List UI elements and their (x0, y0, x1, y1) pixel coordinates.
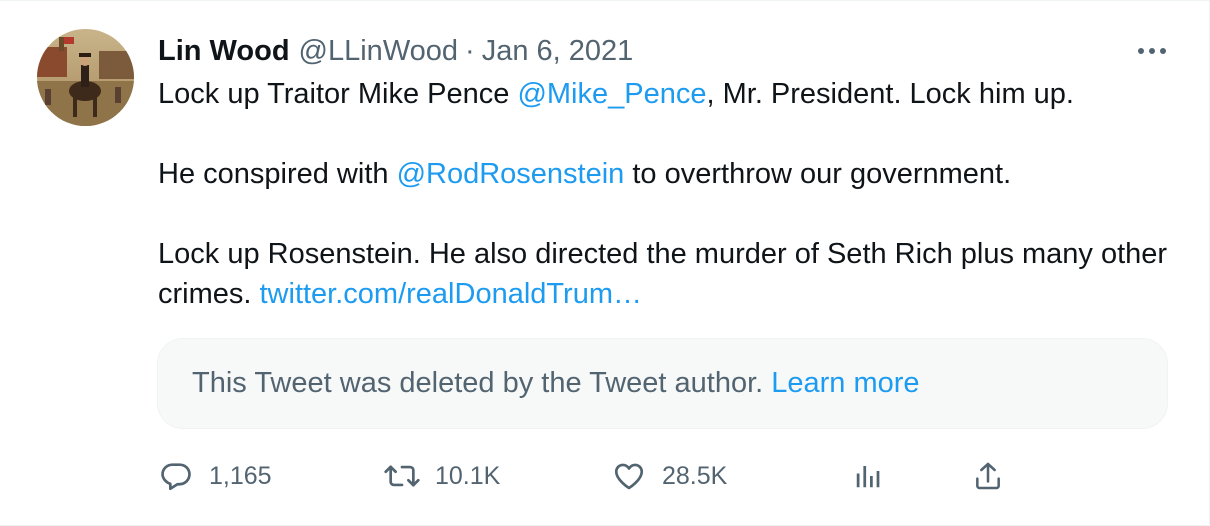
share-upload-icon (968, 456, 1008, 496)
deleted-quote-tweet: This Tweet was deleted by the Tweet auth… (157, 338, 1168, 429)
bar-chart-icon (848, 456, 888, 496)
tweet-card[interactable]: Lin Wood @LLinWood · Jan 6, 2021 Lock up… (0, 0, 1210, 526)
mention-rod-rosenstein[interactable]: @RodRosenstein (397, 158, 625, 190)
mention-mike-pence[interactable]: @Mike_Pence (517, 78, 706, 110)
tweet-paragraph-3: Lock up Rosenstein. He also directed the… (158, 234, 1168, 314)
text-segment: Lock up Traitor Mike Pence (158, 78, 518, 110)
tweet-text: Lock up Traitor Mike Pence @Mike_Pence, … (158, 74, 1168, 314)
text-segment: , Mr. President. Lock him up. (706, 78, 1074, 110)
retweet-arrows-icon (382, 456, 422, 496)
separator-dot: · (465, 34, 475, 67)
retweet-button[interactable]: 10.1K (382, 451, 500, 501)
text-segment: to overthrow our government. (624, 158, 1012, 190)
display-name[interactable]: Lin Wood (158, 35, 290, 68)
retweet-count: 10.1K (435, 461, 501, 490)
analytics-button[interactable] (848, 451, 888, 501)
more-horizontal-icon (1138, 48, 1166, 54)
avatar[interactable] (37, 29, 134, 126)
reply-button[interactable]: 1,165 (156, 451, 272, 501)
tweet-date[interactable]: Jan 6, 2021 (482, 35, 634, 68)
tweet-paragraph-2: He conspired with @RodRosenstein to over… (158, 154, 1168, 194)
tweet-header: Lin Wood @LLinWood · Jan 6, 2021 (158, 31, 633, 71)
deleted-message: This Tweet was deleted by the Tweet auth… (192, 367, 764, 399)
share-button[interactable] (968, 451, 1008, 501)
avatar-painting-icon (37, 29, 134, 126)
more-options-button[interactable] (1132, 33, 1172, 69)
like-button[interactable]: 28.5K (609, 451, 727, 501)
heart-icon (609, 456, 649, 496)
reply-bubble-icon (156, 456, 196, 496)
external-link[interactable]: twitter.com/realDonaldTrum… (260, 278, 642, 310)
user-handle[interactable]: @LLinWood (299, 35, 459, 68)
reply-count: 1,165 (209, 461, 272, 490)
learn-more-link[interactable]: Learn more (771, 367, 919, 400)
tweet-paragraph-1: Lock up Traitor Mike Pence @Mike_Pence, … (158, 74, 1168, 114)
action-bar: 1,165 10.1K 28.5K (0, 451, 1210, 501)
like-count: 28.5K (662, 461, 728, 490)
text-segment: He conspired with (158, 158, 397, 190)
